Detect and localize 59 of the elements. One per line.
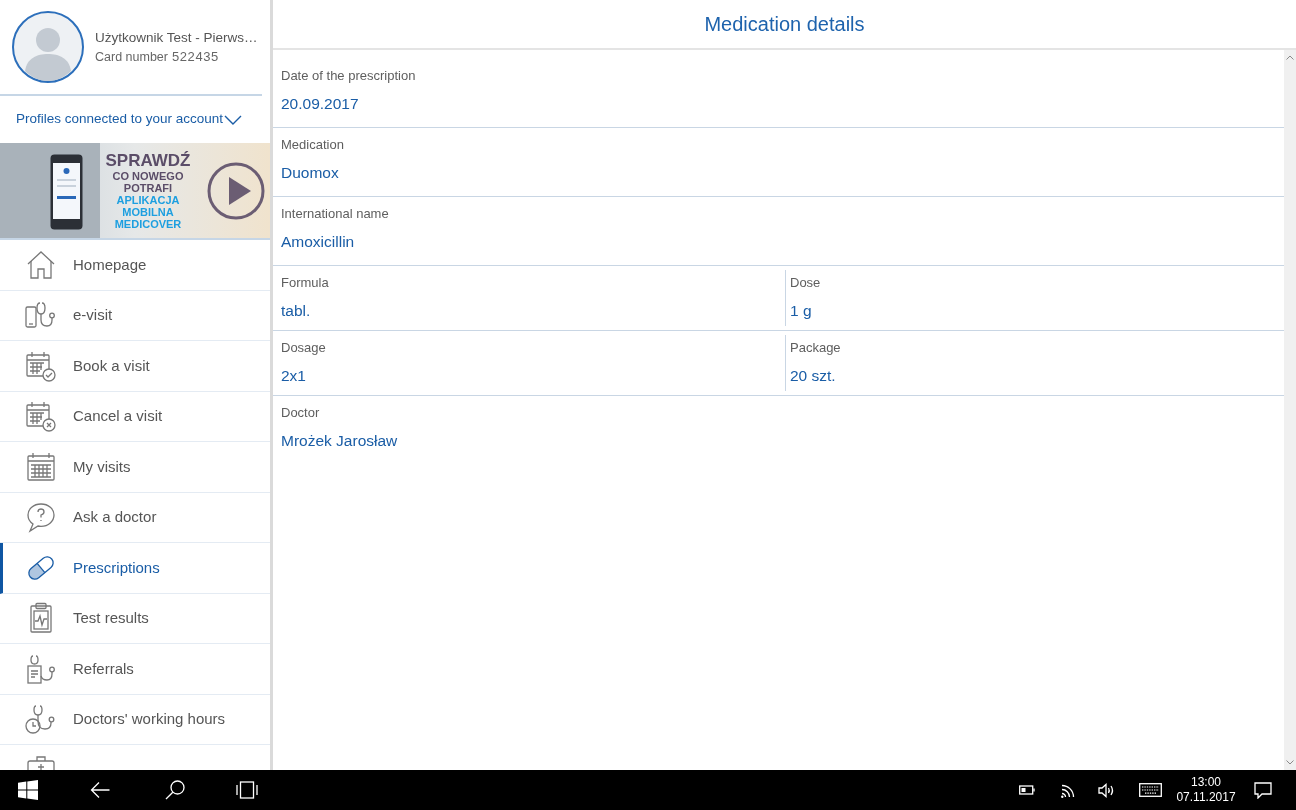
sidebar-item[interactable]: Doctors' working hours [0, 694, 270, 745]
field-value: 20.09.2017 [281, 94, 359, 114]
sidebar-item[interactable]: Cancel a visit [0, 391, 270, 442]
card-number: 522435 [171, 49, 219, 65]
scrollbar[interactable] [1284, 50, 1296, 770]
calendar-cross-icon [24, 399, 58, 434]
sidebar-item[interactable]: Referrals [0, 644, 270, 695]
search-icon[interactable] [165, 780, 185, 800]
chevron-down-icon[interactable] [1286, 760, 1294, 765]
banner-text: POTRAFI [123, 181, 173, 194]
notification-icon[interactable] [1254, 781, 1272, 799]
promo-banner[interactable]: SPRAWDŹ CO NOWEGO POTRAFI APLIKACJA MOBILNA MEDICOVER [0, 143, 270, 238]
field-label: Date of the prescription [281, 67, 416, 85]
banner-text: SPRAWDŹ [105, 151, 191, 170]
sidebar-item[interactable]: Homepage [0, 240, 270, 291]
field-label: Dose [790, 274, 821, 292]
field-label: Formula [281, 274, 329, 292]
banner-text: MOBILNA [122, 205, 174, 218]
field-label: Package [790, 339, 841, 357]
user-name: Użytkownik Test - Pierws… [95, 29, 258, 47]
task-view-icon[interactable] [236, 781, 258, 799]
banner-text: CO NOWEGO [112, 169, 184, 182]
play-icon [207, 161, 265, 220]
battery-icon[interactable] [1019, 785, 1035, 795]
medical-kit-icon [24, 753, 58, 770]
field-value: Mrożek Jarosław [281, 431, 398, 451]
sidebar-item[interactable]: Test results [0, 593, 270, 644]
field-value: 20 szt. [790, 366, 836, 386]
profiles-dropdown[interactable]: Profiles connected to your account [0, 96, 270, 143]
chevron-down-icon [224, 114, 243, 125]
banner-text: MEDICOVER [114, 217, 182, 230]
chevron-up-icon[interactable] [1286, 55, 1294, 60]
field-value: tabl. [281, 301, 311, 321]
field-value: 1 g [790, 301, 812, 321]
question-bubble-icon [24, 500, 58, 535]
field-value: Duomox [281, 163, 339, 183]
field-label: Doctor [281, 404, 320, 422]
field-value: Amoxicillin [281, 232, 355, 252]
page-title: Medication details [704, 12, 865, 37]
clock-time[interactable]: 13:00 [1191, 775, 1221, 790]
back-arrow-icon[interactable] [90, 781, 110, 799]
card-number-label: Card number [95, 49, 168, 65]
avatar-icon [12, 11, 84, 83]
smartphone-icon [50, 154, 83, 230]
field-label: Dosage [281, 339, 326, 357]
sidebar-item[interactable]: Ask a doctor [0, 492, 270, 543]
sidebar-item[interactable]: My visits [0, 442, 270, 493]
volume-icon[interactable] [1098, 782, 1115, 798]
sidebar-item[interactable]: Book a visit [0, 341, 270, 392]
windows-logo-icon[interactable] [18, 780, 38, 800]
field-label: International name [281, 205, 389, 223]
wifi-icon[interactable] [1060, 782, 1076, 798]
field-value: 2x1 [281, 366, 306, 386]
sidebar-item[interactable]: e-visit [0, 290, 270, 341]
keyboard-icon[interactable] [1139, 783, 1162, 797]
field-label: Medication [281, 136, 344, 154]
banner-text: APLIKACJA [116, 193, 180, 206]
clock-date[interactable]: 07.11.2017 [1176, 790, 1236, 805]
sidebar-item[interactable]: Prescriptions [0, 543, 270, 594]
